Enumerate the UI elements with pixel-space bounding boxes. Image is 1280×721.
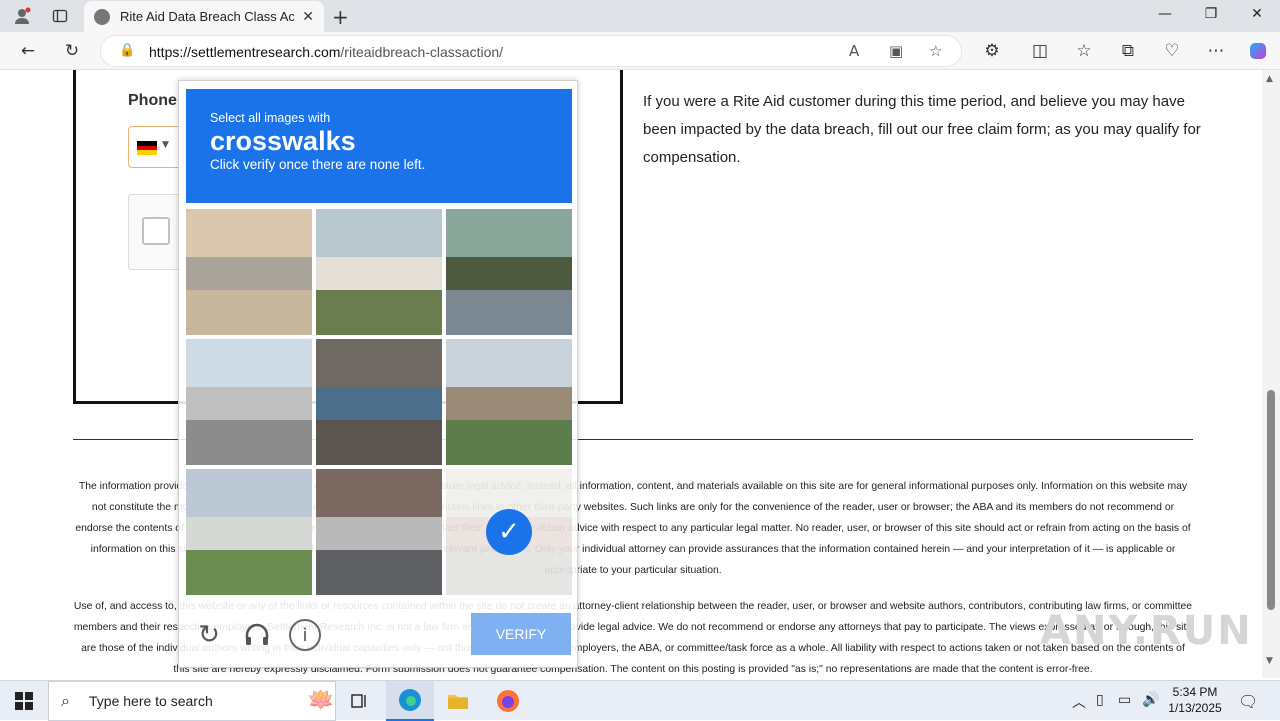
immersive-reader-icon[interactable]: ▣ <box>889 42 903 60</box>
read-aloud-icon[interactable]: A <box>849 42 859 60</box>
notifications-icon[interactable]: 🗨 <box>1238 692 1258 711</box>
flag-stripe-gold <box>137 150 157 155</box>
reload-icon[interactable]: ↻ <box>193 619 225 651</box>
audio-challenge-icon[interactable] <box>241 619 273 651</box>
tab-actions-icon[interactable] <box>48 5 72 27</box>
browser-essentials-icon[interactable]: ♡ <box>1160 40 1184 62</box>
captcha-tile-3[interactable] <box>446 209 572 335</box>
tab-strip: Rite Aid Data Breach Class Action ✕ + — … <box>0 0 1280 32</box>
captcha-tile-4[interactable] <box>186 339 312 465</box>
url-domain: https://settlementresearch.com <box>149 44 341 60</box>
file-explorer-icon[interactable] <box>434 681 482 721</box>
address-bar[interactable]: 🔒 https://settlementresearch.com/riteaid… <box>100 35 962 67</box>
taskbar-search[interactable]: ⌕ Type here to search 🪷 <box>48 681 336 721</box>
captcha-tile-9-selection: ✓ <box>446 469 572 595</box>
new-tab-icon[interactable]: + <box>332 5 349 29</box>
edge-taskbar-icon[interactable] <box>386 681 434 721</box>
checkmark-icon: ✓ <box>486 509 532 555</box>
info-icon[interactable]: i <box>289 619 321 651</box>
captcha-instruction: Select all images with <box>210 111 331 125</box>
show-hidden-icons-icon[interactable]: ︿ <box>1072 692 1086 712</box>
scroll-down-icon[interactable]: ▼ <box>1266 656 1273 666</box>
more-options-icon[interactable]: ⋯ <box>1204 40 1228 62</box>
lotus-icon: 🪷 <box>307 688 335 713</box>
lock-icon[interactable]: 🔒 <box>119 43 135 58</box>
restore-icon[interactable]: ❐ <box>1196 6 1226 26</box>
device-icon[interactable]: ▯ <box>1096 692 1104 708</box>
clock-time: 5:34 PM <box>1172 685 1218 699</box>
firefox-icon[interactable] <box>484 681 532 721</box>
captcha-tile-8[interactable] <box>316 469 442 595</box>
system-clock[interactable]: 5:34 PM 1/13/2025 <box>1162 684 1228 716</box>
volume-icon[interactable]: 🔊 <box>1142 692 1159 708</box>
captcha-tile-1[interactable] <box>186 209 312 335</box>
browser-toolbar: ← ↻ 🔒 https://settlementresearch.com/rit… <box>0 32 1280 70</box>
start-button[interactable] <box>0 681 48 721</box>
captcha-tile-7[interactable] <box>186 469 312 595</box>
captcha-tile-6[interactable] <box>446 339 572 465</box>
captcha-tile-5[interactable] <box>316 339 442 465</box>
url-text[interactable]: https://settlementresearch.com/riteaidbr… <box>149 44 503 60</box>
site-favicon-icon <box>94 8 110 25</box>
country-code-selector[interactable]: ▼ <box>128 126 184 168</box>
windows-logo-icon <box>15 692 33 710</box>
back-icon[interactable]: ← <box>16 40 40 62</box>
network-icon[interactable]: ▭ <box>1118 692 1131 708</box>
url-path: /riteaidbreach-classaction/ <box>340 44 504 60</box>
minimize-icon[interactable]: — <box>1150 6 1180 26</box>
refresh-icon[interactable]: ↻ <box>60 40 84 62</box>
phone-label: Phone <box>128 92 177 109</box>
copilot-icon[interactable] <box>1246 40 1270 62</box>
germany-flag-icon <box>137 141 157 155</box>
favorites-icon[interactable]: ☆ <box>1072 40 1096 62</box>
split-screen-icon[interactable]: ◫ <box>1028 40 1052 62</box>
clock-date: 1/13/2025 <box>1168 701 1222 715</box>
taskbar: ⌕ Type here to search 🪷 ︿ ▯ ▭ 🔊 5:34 PM … <box>0 680 1280 721</box>
scroll-up-icon[interactable]: ▲ <box>1266 74 1273 84</box>
watermark-logo: ANY.RUN <box>1040 608 1253 654</box>
task-view-icon[interactable] <box>336 681 384 721</box>
search-icon: ⌕ <box>61 691 70 710</box>
close-window-icon[interactable]: ✕ <box>1242 6 1272 26</box>
close-tab-icon[interactable]: ✕ <box>302 9 314 25</box>
captcha-subinstruction: Click verify once there are none left. <box>210 157 426 172</box>
page-scrollbar[interactable]: ▲ ▼ <box>1262 70 1280 678</box>
captcha-challenge-dialog: Select all images with crosswalks Click … <box>178 80 578 668</box>
verify-button[interactable]: VERIFY <box>471 613 571 655</box>
extensions-icon[interactable]: ⚙ <box>980 40 1004 62</box>
search-placeholder: Type here to search <box>89 693 213 709</box>
tab-active[interactable]: Rite Aid Data Breach Class Action ✕ <box>84 1 324 32</box>
scrollbar-thumb[interactable] <box>1267 390 1275 610</box>
captcha-footer: ↻ i VERIFY <box>179 607 579 669</box>
favorite-star-icon[interactable]: ☆ <box>929 42 942 60</box>
captcha-prompt-header: Select all images with crosswalks Click … <box>186 89 572 203</box>
eligibility-text: If you were a Rite Aid customer during t… <box>643 93 1201 166</box>
captcha-checkbox[interactable] <box>142 217 170 245</box>
captcha-tile-2[interactable] <box>316 209 442 335</box>
collections-icon[interactable]: ⧉ <box>1116 40 1140 62</box>
chevron-down-icon: ▼ <box>162 140 169 150</box>
captcha-target-word: crosswalks <box>210 126 356 156</box>
tab-title: Rite Aid Data Breach Class Action <box>120 9 295 24</box>
profile-icon[interactable] <box>10 5 34 27</box>
